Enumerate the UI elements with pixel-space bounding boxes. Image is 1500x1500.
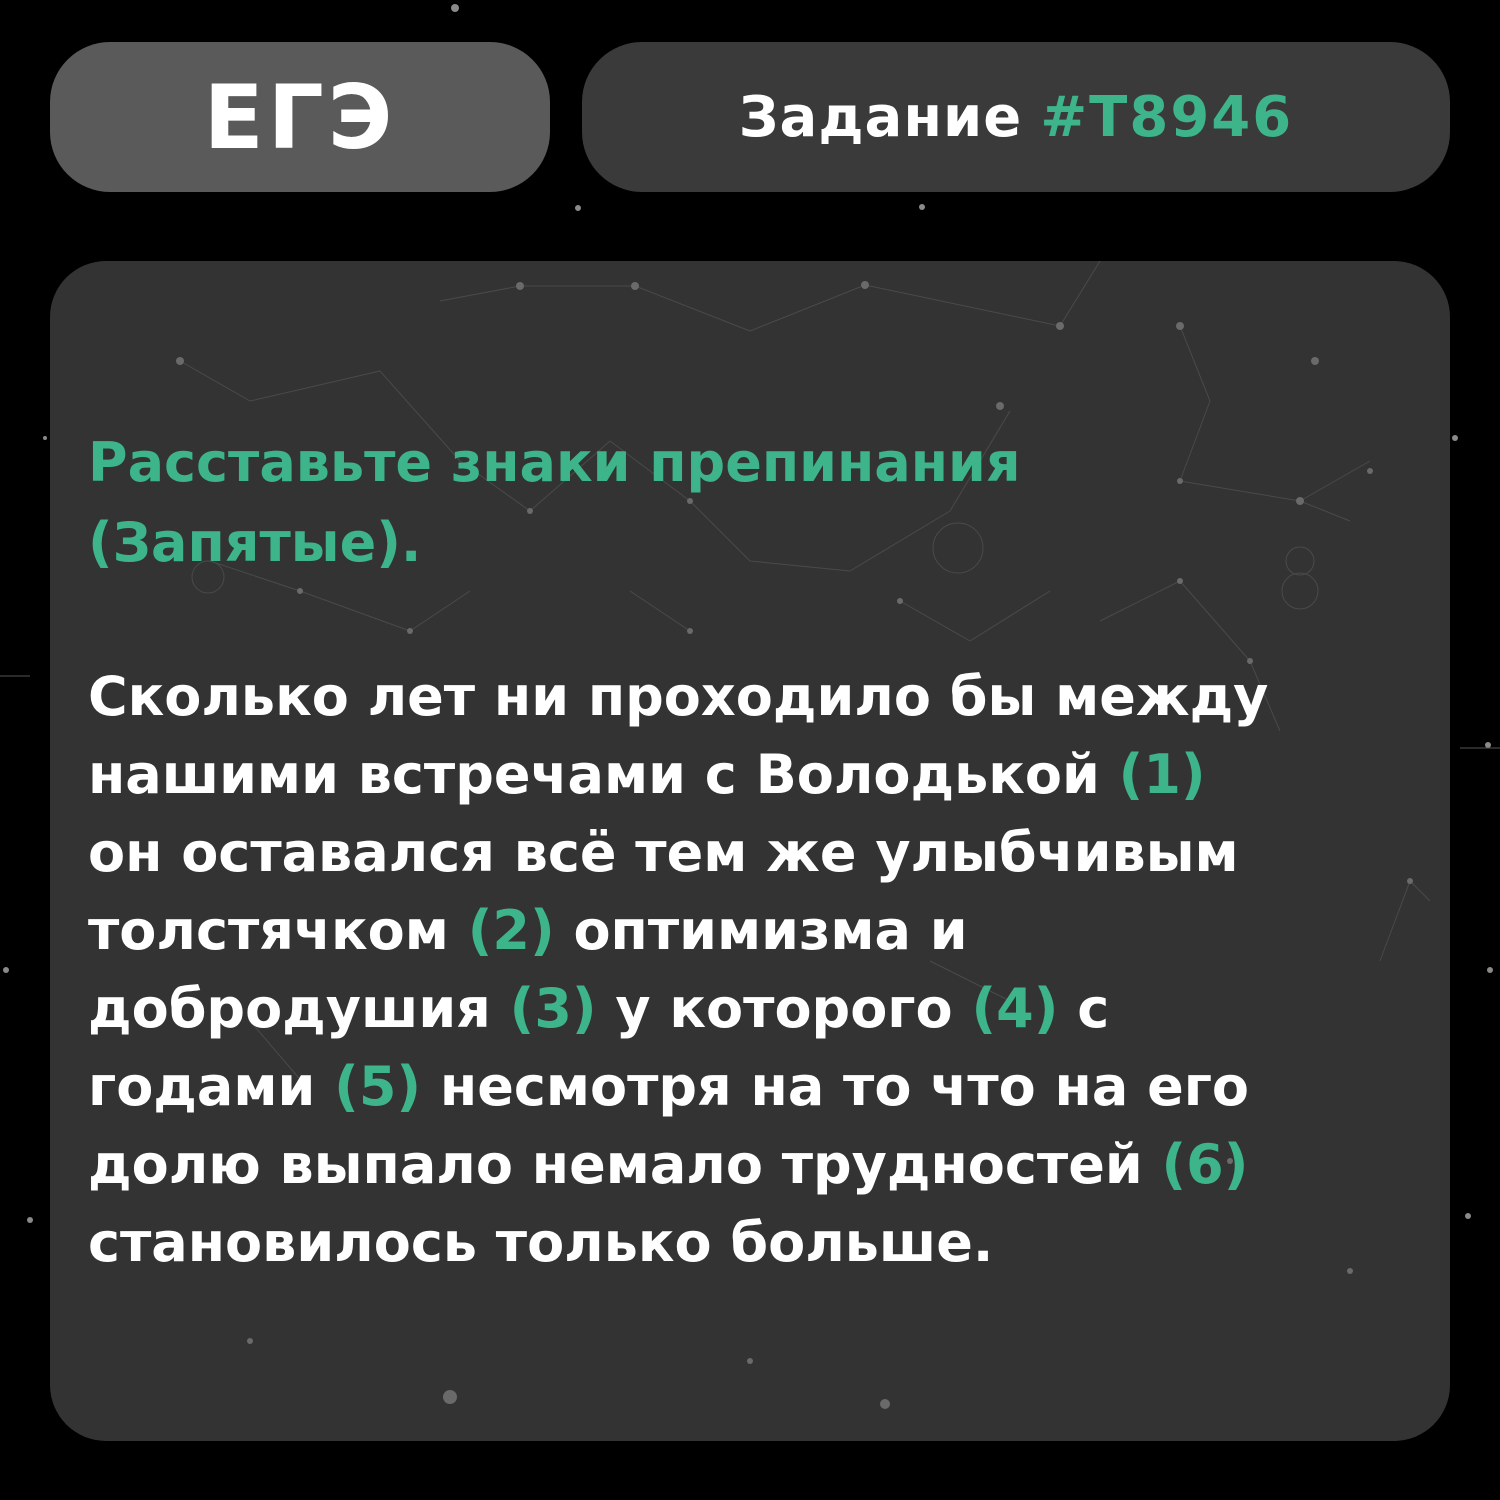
text-segment: он оставался всё тем же улыбчивым: [88, 821, 1239, 884]
text-segment: с: [1077, 977, 1110, 1040]
marker-3: (3): [509, 977, 597, 1040]
text-segment: Сколько лет ни проходило бы между: [88, 665, 1269, 728]
text-segment: оптимизма и: [573, 899, 968, 962]
sentence-line-5: добродушия (3) у которого (4) с: [88, 970, 1418, 1048]
task-sentence: Сколько лет ни проходило бы между нашими…: [88, 658, 1418, 1282]
marker-5: (5): [334, 1055, 422, 1118]
text-segment: добродушия: [88, 977, 491, 1040]
text-segment: толстячком: [88, 899, 449, 962]
marker-6: (6): [1161, 1133, 1249, 1196]
marker-1: (1): [1118, 743, 1206, 806]
text-segment: годами: [88, 1055, 316, 1118]
sentence-line-1: Сколько лет ни проходило бы между: [88, 658, 1418, 736]
instruction: Расставьте знаки препинания (Запятые).: [88, 423, 1408, 583]
exam-badge: ЕГЭ: [50, 42, 550, 192]
task-word: Задание: [738, 84, 1023, 150]
sentence-line-7: долю выпало немало трудностей (6): [88, 1126, 1418, 1204]
text-segment: долю выпало немало трудностей: [88, 1133, 1143, 1196]
exam-label: ЕГЭ: [203, 65, 397, 169]
marker-4: (4): [971, 977, 1059, 1040]
task-badge: Задание #T8946: [582, 42, 1450, 192]
text-segment: несмотря на то что на его: [439, 1055, 1250, 1118]
task-card: Расставьте знаки препинания (Запятые). С…: [50, 261, 1450, 1441]
task-id: #T8946: [1040, 84, 1294, 150]
text-segment: нашими встречами с Володькой: [88, 743, 1100, 806]
marker-2: (2): [467, 899, 555, 962]
instruction-line-1: Расставьте знаки препинания: [88, 431, 1021, 494]
text-segment: становилось только больше.: [88, 1211, 994, 1274]
instruction-line-2: (Запятые).: [88, 511, 422, 574]
text-segment: у которого: [615, 977, 953, 1040]
sentence-line-3: он оставался всё тем же улыбчивым: [88, 814, 1418, 892]
sentence-line-6: годами (5) несмотря на то что на его: [88, 1048, 1418, 1126]
sentence-line-2: нашими встречами с Володькой (1): [88, 736, 1418, 814]
sentence-line-4: толстячком (2) оптимизма и: [88, 892, 1418, 970]
sentence-line-8: становилось только больше.: [88, 1204, 1418, 1282]
